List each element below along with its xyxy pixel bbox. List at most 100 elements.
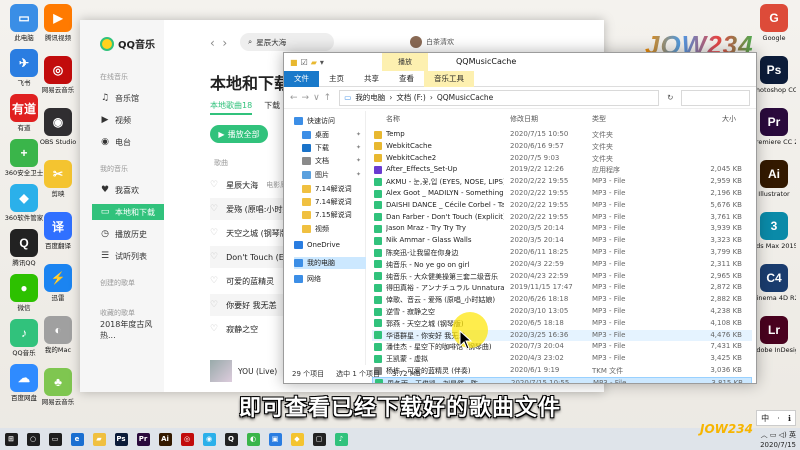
sidebar-item[interactable]: ◷ 播放历史	[92, 226, 164, 242]
ime-info[interactable]: ℹ	[788, 414, 791, 423]
pin-icon[interactable]: ✦	[356, 157, 361, 164]
sidebar-item[interactable]: ◉ 电台	[92, 134, 164, 150]
pin-icon[interactable]: ✦	[356, 131, 361, 138]
taskbar-app[interactable]: ◐	[242, 428, 264, 450]
sidebar-item[interactable]: ☰ 试听列表	[92, 248, 164, 264]
user-area[interactable]: 白茶清欢	[410, 36, 454, 48]
taskbar-app[interactable]: ▭	[44, 428, 66, 450]
file-row[interactable]: 华语群星 - 你安好 我无恙 2020/3/25 16:36 MP3 - File 4…	[372, 329, 752, 341]
file-row[interactable]: After_Effects_Set-Up 2019/2/2 12:26 应用程序 2,…	[372, 164, 752, 175]
context-tab-play[interactable]: 播放	[382, 53, 428, 71]
nav-item[interactable]: 7.15解说词	[302, 209, 366, 221]
taskbar-app[interactable]: ○	[22, 428, 44, 450]
nav-item[interactable]: 网络	[294, 273, 366, 285]
avatar[interactable]	[410, 36, 422, 48]
desktop-icon[interactable]: C4 Cinema 4D R20	[752, 264, 796, 302]
file-row[interactable]: Jason Mraz - Try Try Try 2020/3/5 20:14 MP…	[372, 223, 752, 234]
file-row[interactable]: 潘佳杰 - 星空下的咖啡馆 (钢琴曲) 2020/7/3 20:04 MP3 - F…	[372, 341, 752, 352]
tab-local-songs[interactable]: 本地歌曲18	[210, 100, 253, 115]
file-row[interactable]: Dan Farber - Don't Touch (Explicit) 2020/…	[372, 212, 752, 223]
file-row[interactable]: WebkitCache 2020/6/16 9:57 文件夹	[372, 141, 752, 152]
heart-icon[interactable]: ♡	[210, 228, 218, 238]
taskbar-app[interactable]: ▣	[264, 428, 286, 450]
taskbar-app[interactable]: ▰	[88, 428, 110, 450]
taskbar-app[interactable]: ◉	[198, 428, 220, 450]
file-row[interactable]: AKMU - 눈,꽃,입 (EYES, NOSE, LIPS) (.. 2020/…	[372, 176, 752, 187]
breadcrumb-pc[interactable]: 我的电脑	[355, 92, 385, 103]
pin-icon[interactable]: ✦	[356, 171, 361, 178]
pin-icon[interactable]: ✦	[356, 144, 361, 151]
address-bar[interactable]: ▭ 我的电脑 › 文档 (F:) › QQMusicCache	[339, 89, 660, 106]
sidebar-item[interactable]: 2018年度古风热...	[92, 320, 164, 340]
taskbar-app[interactable]: e	[66, 428, 88, 450]
file-row[interactable]: 逆雪 - 寂静之空 2020/3/10 13:05 MP3 - File 4,238 …	[372, 306, 752, 317]
nav-item[interactable]: OneDrive	[294, 239, 366, 251]
heart-icon[interactable]: ♡	[210, 180, 218, 190]
desktop-icon[interactable]: 3 3ds Max 2015	[752, 212, 796, 250]
qq-search-input[interactable]: ⌕ 星辰大海	[240, 33, 334, 51]
heart-icon[interactable]: ♡	[210, 204, 218, 214]
desktop-icon[interactable]: Lr Adobe InDesign	[752, 316, 796, 354]
desktop-icon[interactable]: 译百度翻译	[36, 212, 80, 250]
desktop-icon[interactable]: Ai Illustrator	[752, 160, 796, 198]
heart-icon[interactable]: ♡	[210, 324, 218, 334]
heart-icon[interactable]: ♡	[210, 252, 218, 262]
desktop-icon[interactable]: ◐ 我的Mac	[36, 316, 80, 354]
nav-item[interactable]: 快速访问	[294, 115, 366, 127]
tab-music-tools[interactable]: 音乐工具	[424, 70, 474, 87]
nav-item[interactable]: 7.14解说词	[302, 196, 366, 208]
col-size[interactable]: 大小	[722, 111, 736, 127]
col-type[interactable]: 类型	[592, 111, 606, 127]
file-row[interactable]: DAISHI DANCE _ Cécile Corbel - Take... 20…	[372, 200, 752, 211]
file-row[interactable]: WebkitCache2 2020/7/5 9:03 文件夹	[372, 153, 752, 164]
taskbar-app[interactable]: ⊞	[0, 428, 22, 450]
col-date[interactable]: 修改日期	[510, 111, 538, 127]
clock-date[interactable]: 2020/7/15	[760, 440, 796, 450]
sidebar-item[interactable]: ▭ 本地和下载	[92, 204, 164, 220]
properties-icon[interactable]: ☑	[301, 58, 308, 67]
refresh-icon[interactable]: ↻	[663, 93, 677, 102]
heart-icon[interactable]: ♡	[210, 276, 218, 286]
tab-view[interactable]: 查看	[389, 71, 424, 87]
desktop-icon[interactable]: ✂ 剪映	[36, 160, 80, 198]
back-forward-nav[interactable]: ‹ ›	[210, 36, 227, 50]
taskbar-app[interactable]: Ps	[110, 428, 132, 450]
taskbar-app[interactable]: ▢	[308, 428, 330, 450]
file-row[interactable]: 王凯蒙 - 虚拟 2020/4/3 23:02 MP3 - File 3,425 KB	[372, 353, 752, 364]
tab-share[interactable]: 共享	[354, 71, 389, 87]
nav-arrows[interactable]: ←→∨↑	[290, 93, 335, 103]
file-row[interactable]: 纯音乐 - No ye go on girl 2020/4/3 22:59 MP3 …	[372, 259, 752, 270]
tab-file[interactable]: 文件	[284, 70, 319, 87]
desktop-icon[interactable]: ⚡ 迅雷	[36, 264, 80, 302]
tab-download[interactable]: 下载	[264, 100, 280, 115]
breadcrumb-drive[interactable]: 文档 (F:)	[396, 92, 426, 103]
file-row[interactable]: 得田真裕 - アンナチュラル Unnatural D... 2019/11/15 …	[372, 282, 752, 293]
breadcrumb-folder[interactable]: QQMusicCache	[437, 93, 493, 102]
taskbar-app[interactable]: Ai	[154, 428, 176, 450]
ime-toolbar[interactable]: 中 · ℹ	[756, 410, 796, 426]
nav-item[interactable]: 视频	[302, 223, 366, 235]
ime-dot[interactable]: ·	[777, 414, 780, 423]
desktop-icon[interactable]: ◉ OBS Studio	[36, 108, 80, 146]
tab-home[interactable]: 主页	[319, 71, 354, 87]
desktop-icon[interactable]: Pr Premiere CC 2018	[752, 108, 796, 146]
ime-chinese[interactable]: 中	[761, 413, 769, 424]
system-tray[interactable]: ︿ ▭ ◁) 英 2020/7/15	[760, 428, 796, 450]
col-name[interactable]: 名称	[386, 111, 400, 127]
file-row[interactable]: 倖歌、音云 - 爱殇 (原唱_小时姑娘) 2020/6/26 18:18 MP3 -…	[372, 294, 752, 305]
file-row[interactable]: 陈奕迅-让我留在你身边 2020/6/11 18:25 MP3 - File 3,79…	[372, 247, 752, 258]
play-all-button[interactable]: ▶ 播放全部	[210, 125, 268, 143]
file-row[interactable]: Nik Ammar - Glass Walls 2020/3/5 20:14 MP3…	[372, 235, 752, 246]
heart-icon[interactable]: ♡	[210, 300, 218, 310]
explorer-search-input[interactable]	[681, 89, 750, 106]
file-row[interactable]: Alex Goot _ MADILYN - Something J... 2020…	[372, 188, 752, 199]
taskbar-app[interactable]: ◆	[286, 428, 308, 450]
file-explorer-window[interactable]: ■ ☑ ▰ ▾ 播放 QQMusicCache 文件 主页 共享 查看 音乐工具…	[283, 52, 757, 384]
desktop-icon[interactable]: G Google	[752, 4, 796, 42]
sidebar-item[interactable]: ♥ 我喜欢	[92, 182, 164, 198]
taskbar-app[interactable]: ♪	[330, 428, 352, 450]
new-folder-icon[interactable]: ▰	[311, 58, 317, 67]
taskbar-app[interactable]: Pr	[132, 428, 154, 450]
file-row[interactable]: Temp 2020/7/15 10:50 文件夹	[372, 129, 752, 140]
chevron-down-icon[interactable]: ▾	[320, 58, 324, 67]
